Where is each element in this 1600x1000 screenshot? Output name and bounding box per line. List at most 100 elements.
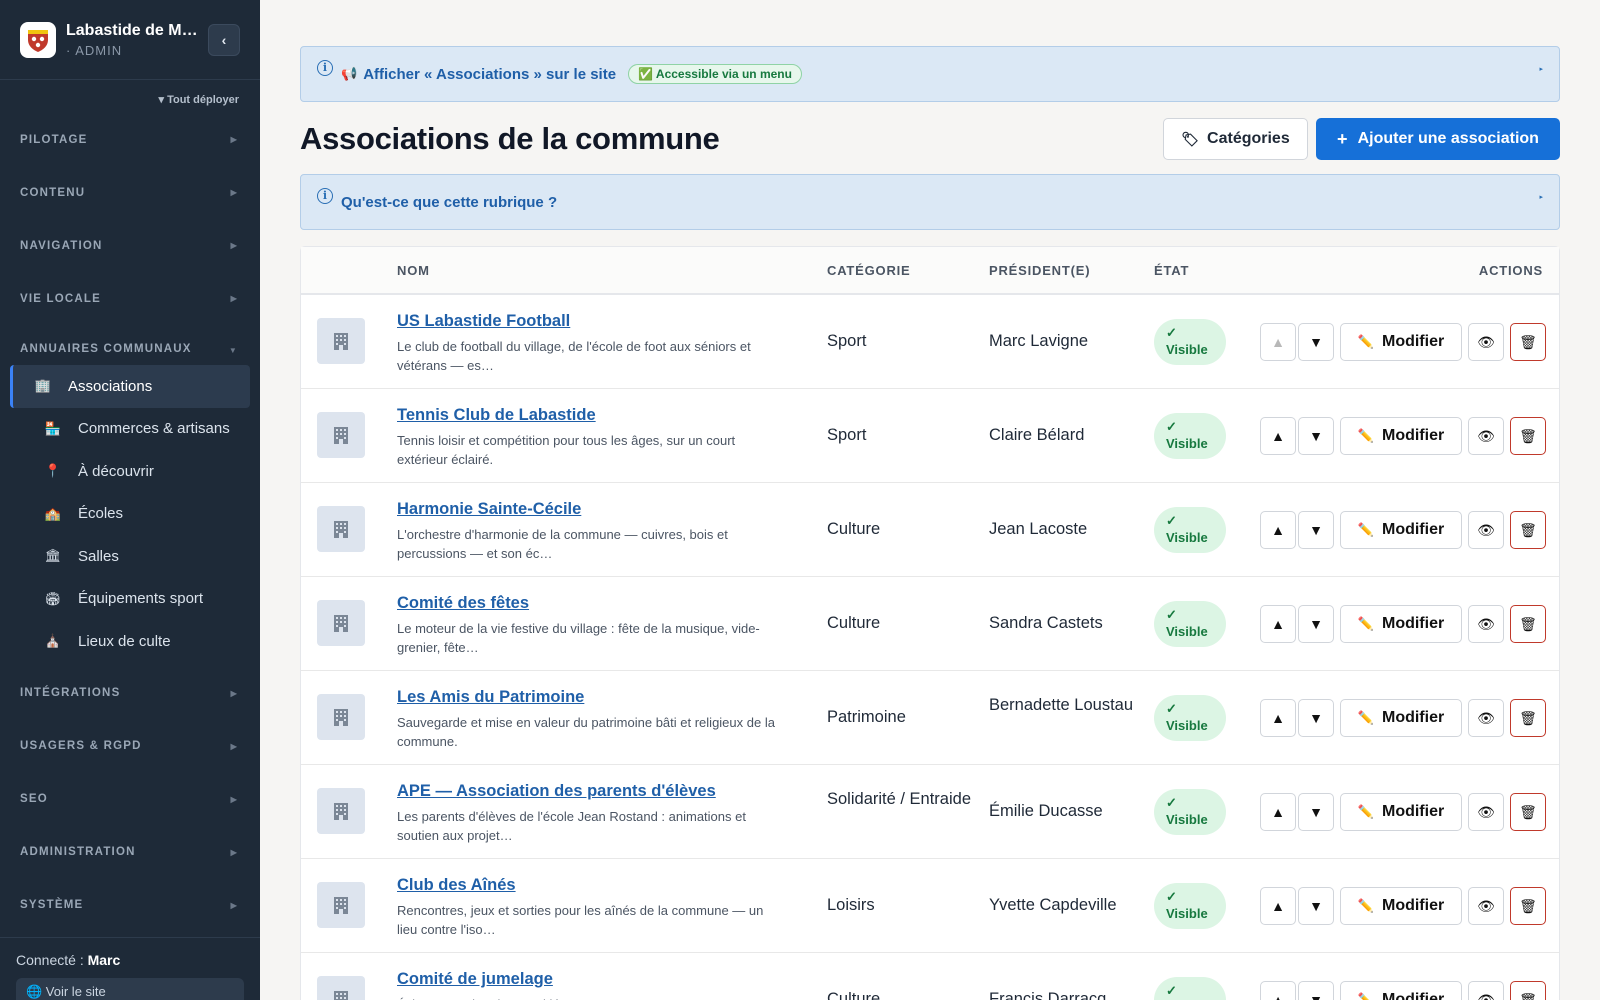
move-down-button[interactable]: ▼ [1298,511,1334,549]
sidebar-section-systeme[interactable]: SYSTÈME ▶ [0,879,260,932]
salles-icon: 🏛 [44,548,62,564]
sidebar-section-contenu[interactable]: CONTENU ▶ [0,166,260,219]
move-up-button[interactable]: ▲ [1260,323,1296,361]
arrow-up-icon: ▲ [1271,334,1285,350]
table-row: Tennis Club de Labastide Tennis loisir e… [301,389,1559,483]
move-down-button[interactable]: ▼ [1298,417,1334,455]
move-up-button[interactable]: ▲ [1260,887,1296,925]
building-icon [317,318,365,364]
view-button[interactable]: 👁 [1468,887,1504,925]
delete-button[interactable]: 🗑 [1510,981,1546,1000]
building-icon [317,506,365,552]
site-visibility-notice[interactable]: i 📢 Afficher « Associations » sur le sit… [300,46,1560,102]
sidebar-section-vie-locale[interactable]: VIE LOCALE ▶ [0,272,260,325]
status-badge: ✓Visible [1154,883,1226,929]
delete-button[interactable]: 🗑 [1510,605,1546,643]
arrow-up-icon: ▲ [1271,710,1285,726]
page-header: Associations de la commune 🏷 Catégories … [300,116,1560,162]
sidebar-section-integrations[interactable]: INTÉGRATIONS ▶ [0,667,260,720]
sidebar-section-pilotage[interactable]: PILOTAGE ▶ [0,113,260,166]
sidebar-item-ecoles[interactable]: 🏫 Écoles [10,493,250,536]
sidebar-item-a-decouvrir[interactable]: 📍 À découvrir [10,450,250,493]
sidebar-item-commerces-artisans[interactable]: 🏪 Commerces & artisans [10,408,250,451]
table-row: Harmonie Sainte-Cécile L'orchestre d'har… [301,483,1559,577]
sidebar-item-lieux-de-culte[interactable]: ⛪ Lieux de culte [10,620,250,663]
association-name-link[interactable]: Tennis Club de Labastide [397,406,596,425]
delete-button[interactable]: 🗑 [1510,511,1546,549]
association-president: Yvette Capdeville [989,896,1117,914]
view-button[interactable]: 👁 [1468,511,1504,549]
coat-of-arms-icon [28,29,48,52]
edit-button[interactable]: ✏️ Modifier [1340,981,1462,1000]
col-president: PRÉSIDENT(E) [989,262,1091,278]
status-badge: ✓Visible [1154,319,1226,365]
status-badge: ✓Visible [1154,413,1226,459]
sidebar-section-usagers-rgpd[interactable]: USAGERS & RGPD ▶ [0,720,260,773]
sidebar-section-seo[interactable]: SEO ▶ [0,773,260,826]
view-button[interactable]: 👁 [1468,981,1504,1000]
delete-button[interactable]: 🗑 [1510,323,1546,361]
association-president: Sandra Castets [989,614,1103,632]
association-name-link[interactable]: US Labastide Football [397,312,570,331]
edit-button[interactable]: ✏️ Modifier [1340,417,1462,455]
table-row: Comité de jumelage Échanges culturels et… [301,953,1559,1000]
sidebar-item-associations[interactable]: 🏢 Associations [10,365,250,408]
association-name-link[interactable]: Comité de jumelage [397,970,553,989]
move-down-button[interactable]: ▼ [1298,793,1334,831]
view-button[interactable]: 👁 [1468,417,1504,455]
association-name-link[interactable]: Harmonie Sainte-Cécile [397,500,581,519]
move-up-button[interactable]: ▲ [1260,793,1296,831]
add-association-button[interactable]: + Ajouter une association [1316,118,1560,160]
trash-icon: 🗑 [1519,615,1537,632]
delete-button[interactable]: 🗑 [1510,699,1546,737]
association-name-link[interactable]: Club des Aînés [397,876,516,895]
edit-button[interactable]: ✏️ Modifier [1340,605,1462,643]
association-name-link[interactable]: APE — Association des parents d'élèves [397,782,716,801]
categories-button[interactable]: 🏷 Catégories [1163,118,1308,160]
sidebar-item-salles[interactable]: 🏛 Salles [10,535,250,578]
delete-button[interactable]: 🗑 [1510,417,1546,455]
edit-button[interactable]: ✏️ Modifier [1340,699,1462,737]
edit-button[interactable]: ✏️ Modifier [1340,887,1462,925]
association-name-link[interactable]: Comité des fêtes [397,594,529,613]
sidebar-section-annuaires[interactable]: ANNUAIRES COMMUNAUX ▼ [0,325,260,359]
help-notice[interactable]: i Qu'est-ce que cette rubrique ? ▸ [300,174,1560,230]
delete-button[interactable]: 🗑 [1510,887,1546,925]
expand-all-button[interactable]: ▾ Tout déployer [0,80,260,113]
sidebar-item-equipements-sport[interactable]: 🏟 Équipements sport [10,578,250,621]
move-down-button[interactable]: ▼ [1298,699,1334,737]
chevron-right-icon: ▶ [230,741,238,751]
move-down-button[interactable]: ▼ [1298,323,1334,361]
association-name-link[interactable]: Les Amis du Patrimoine [397,688,584,707]
move-up-button[interactable]: ▲ [1260,511,1296,549]
view-button[interactable]: 👁 [1468,605,1504,643]
view-button[interactable]: 👁 [1468,793,1504,831]
move-up-button[interactable]: ▲ [1260,605,1296,643]
site-visibility-text: Afficher « Associations » sur le site [363,65,617,83]
move-down-button[interactable]: ▼ [1298,605,1334,643]
view-button[interactable]: 👁 [1468,323,1504,361]
edit-button[interactable]: ✏️ Modifier [1340,511,1462,549]
table-row: Comité des fêtes Le moteur de la vie fes… [301,577,1559,671]
move-up-button[interactable]: ▲ [1260,417,1296,455]
table-header: NOM CATÉGORIE PRÉSIDENT(E) ÉTAT ACTIONS [301,247,1559,295]
association-description: Échanges culturels et amitiés avec… [397,995,787,1000]
delete-button[interactable]: 🗑 [1510,793,1546,831]
association-president: Claire Bélard [989,426,1085,444]
megaphone-icon: 📢 [341,66,358,81]
arrow-down-icon: ▼ [1309,898,1323,914]
edit-button[interactable]: ✏️ Modifier [1340,793,1462,831]
view-button[interactable]: 👁 [1468,699,1504,737]
move-down-button[interactable]: ▼ [1298,981,1334,1000]
sidebar-footer: Connecté : Marc 🌐 Voir le site [0,937,260,1000]
sidebar-section-navigation[interactable]: NAVIGATION ▶ [0,219,260,272]
move-up-button[interactable]: ▲ [1260,981,1296,1000]
sidebar-section-administration[interactable]: ADMINISTRATION ▶ [0,826,260,879]
move-up-button[interactable]: ▲ [1260,699,1296,737]
view-site-button[interactable]: 🌐 Voir le site [16,978,244,1000]
move-down-button[interactable]: ▼ [1298,887,1334,925]
eye-icon: 👁 [1477,897,1495,914]
pencil-icon: ✏️ [1357,522,1374,537]
collapse-sidebar-button[interactable]: ‹ [208,23,240,56]
edit-button[interactable]: ✏️ Modifier [1340,323,1462,361]
